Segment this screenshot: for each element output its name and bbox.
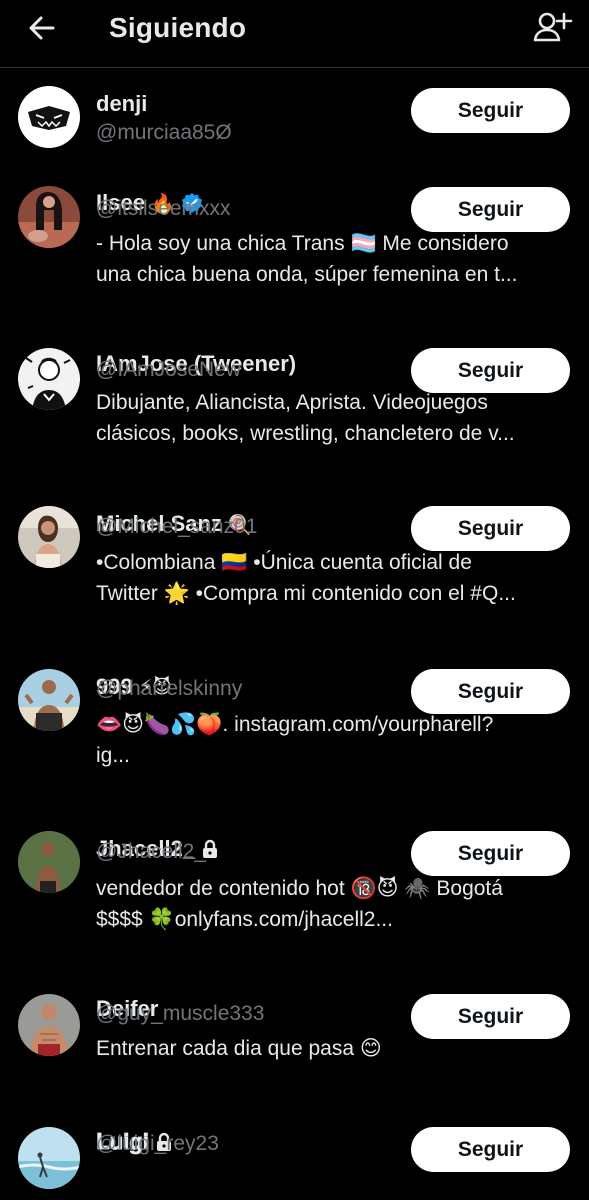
handle: @Jhacell2_ bbox=[96, 840, 207, 863]
follow-button[interactable]: Seguir bbox=[411, 187, 570, 232]
handle: @itsilseemxxx bbox=[96, 197, 231, 220]
follow-button[interactable]: Seguir bbox=[411, 994, 570, 1039]
bio-line: una chica buena onda, súper femenina en … bbox=[96, 263, 518, 286]
user-row[interactable]: 𝐋𝐮𝐢𝐠𝐢 @luigi_rey23 Seguir bbox=[0, 1093, 589, 1200]
handle: @IAmJoseNew bbox=[96, 358, 242, 381]
avatar[interactable] bbox=[18, 831, 80, 893]
avatar[interactable] bbox=[18, 86, 80, 148]
top-bar: Siguiendo bbox=[0, 0, 589, 68]
follow-button[interactable]: Seguir bbox=[411, 506, 570, 551]
avatar[interactable] bbox=[18, 1127, 80, 1189]
bio-line: •Colombiana 🇨🇴 •Única cuenta oficial de bbox=[96, 551, 472, 574]
user-row[interactable]: Deifer @guy_muscle333 Entrenar cada dia … bbox=[0, 967, 589, 1093]
avatar[interactable] bbox=[18, 669, 80, 731]
user-row[interactable]: IAmJose (Tweener) @IAmJoseNew Dibujante,… bbox=[0, 321, 589, 481]
avatar[interactable] bbox=[18, 186, 80, 248]
arrow-left-icon bbox=[29, 16, 55, 40]
bio-line: vendedor de contenido hot 🔞😈 🕷️ Bogotá bbox=[96, 877, 503, 900]
handle: @murciaa85Ø bbox=[96, 121, 232, 144]
avatar-image bbox=[18, 348, 80, 410]
avatar-image bbox=[18, 186, 80, 248]
handle: @guy_muscle333 bbox=[96, 1002, 265, 1025]
follow-button[interactable]: Seguir bbox=[411, 88, 570, 133]
user-row[interactable]: Ilsee 🔥 @itsilseemxxx - Hola soy una chi… bbox=[0, 160, 589, 320]
follow-button[interactable]: Seguir bbox=[411, 669, 570, 714]
bio-line: ig... bbox=[96, 744, 130, 767]
bio: 👄😈🍆💦🍑. instagram.com/yourpharell? ig... bbox=[96, 709, 566, 771]
bio-line: - Hola soy una chica Trans 🏳️‍⚧️ Me cons… bbox=[96, 232, 509, 255]
back-button[interactable] bbox=[24, 10, 60, 46]
handle: @Michel_sanz01 bbox=[96, 515, 258, 538]
user-row[interactable]: denji @murciaa85Ø Seguir bbox=[0, 68, 589, 160]
display-name-line: denji bbox=[96, 90, 147, 118]
add-user-button[interactable] bbox=[530, 8, 574, 48]
add-user-icon bbox=[533, 12, 573, 42]
bio: Dibujante, Aliancista, Aprista. Videojue… bbox=[96, 387, 566, 449]
avatar-image bbox=[18, 86, 80, 148]
bio: vendedor de contenido hot 🔞😈 🕷️ Bogotá $… bbox=[96, 873, 566, 935]
user-row[interactable]: Jhacell2_ @Jhacell2_ vendedor de conteni… bbox=[0, 804, 589, 967]
follow-button[interactable]: Seguir bbox=[411, 831, 570, 876]
handle: @pharrelskinny bbox=[96, 677, 243, 700]
display-name: denji bbox=[96, 91, 148, 116]
avatar-image bbox=[18, 1127, 80, 1189]
follow-button[interactable]: Seguir bbox=[411, 1127, 570, 1172]
user-row[interactable]: 999 ⚡😈 @pharrelskinny 👄😈🍆💦🍑. instagram.c… bbox=[0, 641, 589, 804]
follow-button[interactable]: Seguir bbox=[411, 348, 570, 393]
avatar[interactable] bbox=[18, 348, 80, 410]
avatar-image bbox=[18, 994, 80, 1056]
handle: @luigi_rey23 bbox=[96, 1132, 219, 1155]
avatar[interactable] bbox=[18, 506, 80, 568]
bio: •Colombiana 🇨🇴 •Única cuenta oficial de … bbox=[96, 547, 566, 609]
bio-line: clásicos, books, wrestling, chancletero … bbox=[96, 422, 515, 445]
user-row[interactable]: Michel Sanz 🍭 @Michel_sanz01 •Colombiana… bbox=[0, 481, 589, 641]
bio: - Hola soy una chica Trans 🏳️‍⚧️ Me cons… bbox=[96, 228, 566, 290]
page-title: Siguiendo bbox=[109, 12, 247, 43]
avatar[interactable] bbox=[18, 994, 80, 1056]
avatar-image bbox=[18, 669, 80, 731]
bio-line: Twitter 🌟 •Compra mi contenido con el #Q… bbox=[96, 582, 516, 605]
avatar-image bbox=[18, 831, 80, 893]
avatar-image bbox=[18, 506, 80, 568]
bio-line: $$$$ 🍀onlyfans.com/jhacell2... bbox=[96, 908, 393, 931]
